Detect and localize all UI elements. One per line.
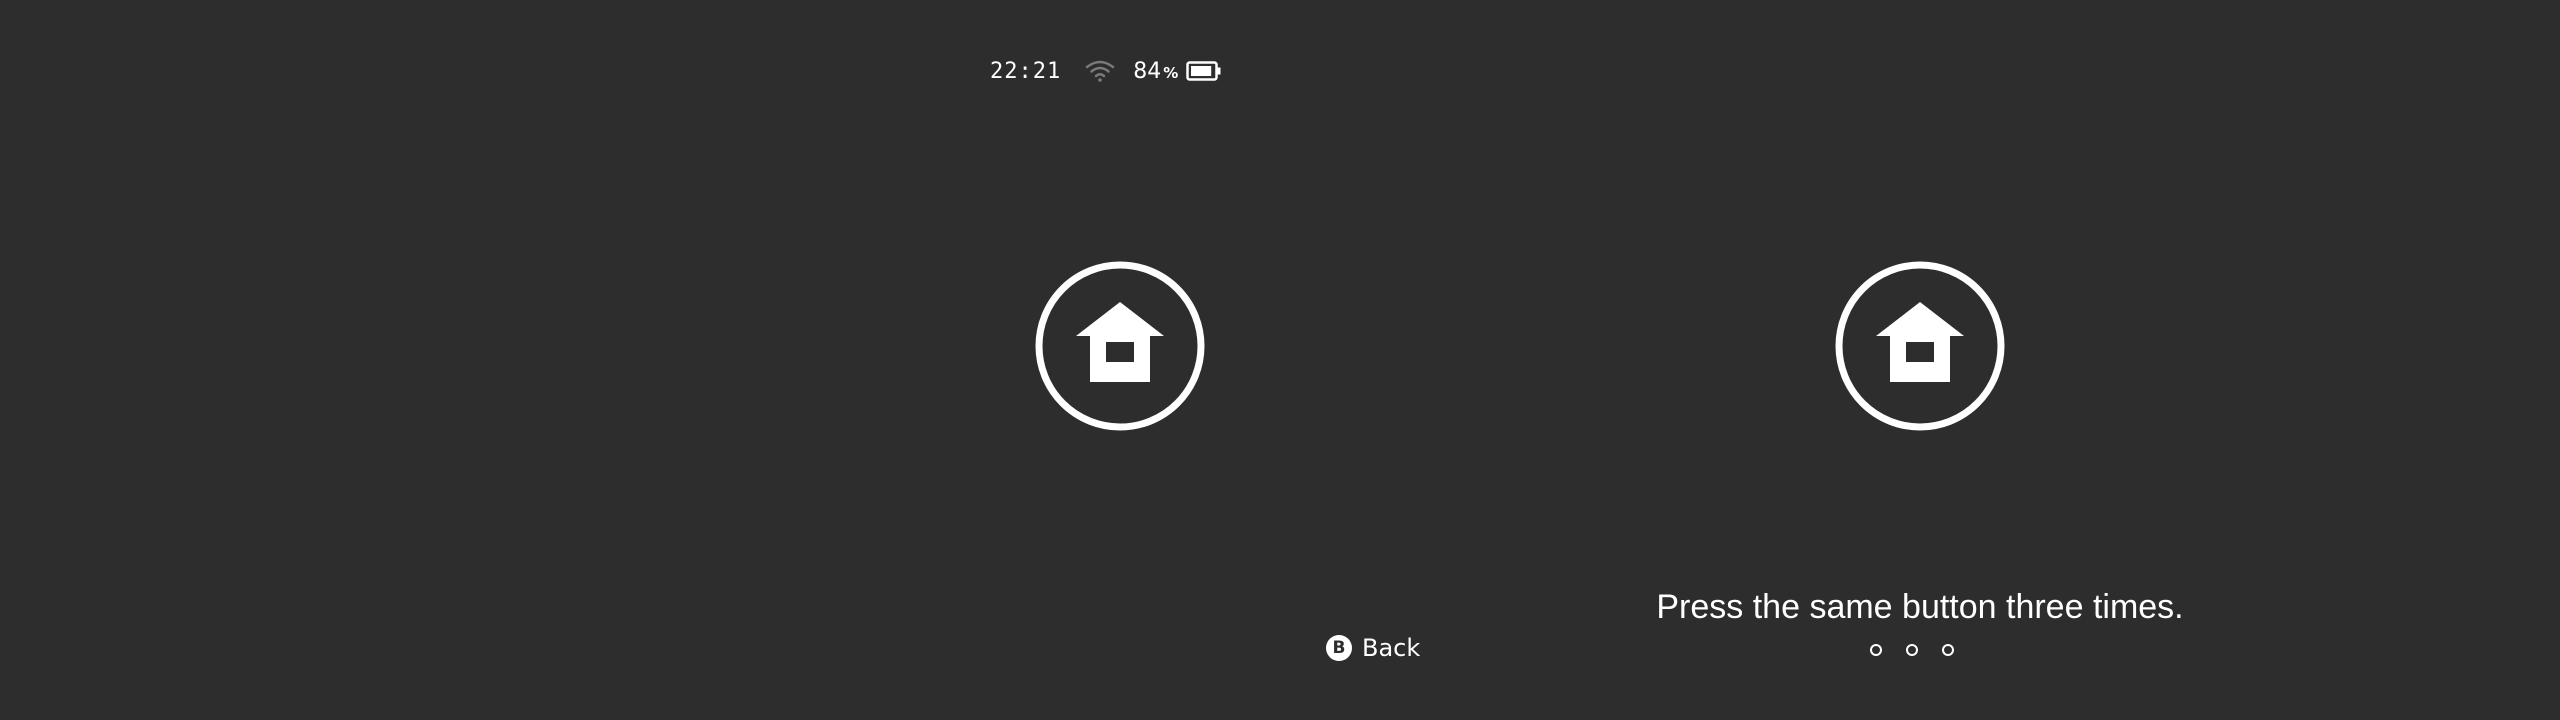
home-button-right [1834,260,2006,432]
instruction-text: Press the same button three times. [1656,588,2184,626]
wifi-icon [1083,57,1117,85]
back-label: Back [1362,634,1421,662]
back-button[interactable]: B Back [1326,634,1420,662]
clock: 22:21 [990,58,1062,84]
home-icon [1035,261,1205,431]
home-button-left [1034,260,1206,432]
status-bar: 22:21 84% [990,54,1222,88]
battery-percent-sign: % [1163,63,1179,82]
battery-percent: 84% [1133,59,1178,84]
battery-percent-value: 84 [1133,58,1162,84]
controller-button-test-screen: 22:21 84% B Back Press the same button t… [0,0,2560,720]
press-progress-dots [1870,644,1954,656]
battery-icon [1186,60,1222,82]
b-button-icon: B [1326,635,1352,661]
press-progress-dot [1942,644,1954,656]
home-icon [1835,261,2005,431]
press-progress-dot [1870,644,1882,656]
battery-fill [1191,66,1212,76]
press-progress-dot [1906,644,1918,656]
